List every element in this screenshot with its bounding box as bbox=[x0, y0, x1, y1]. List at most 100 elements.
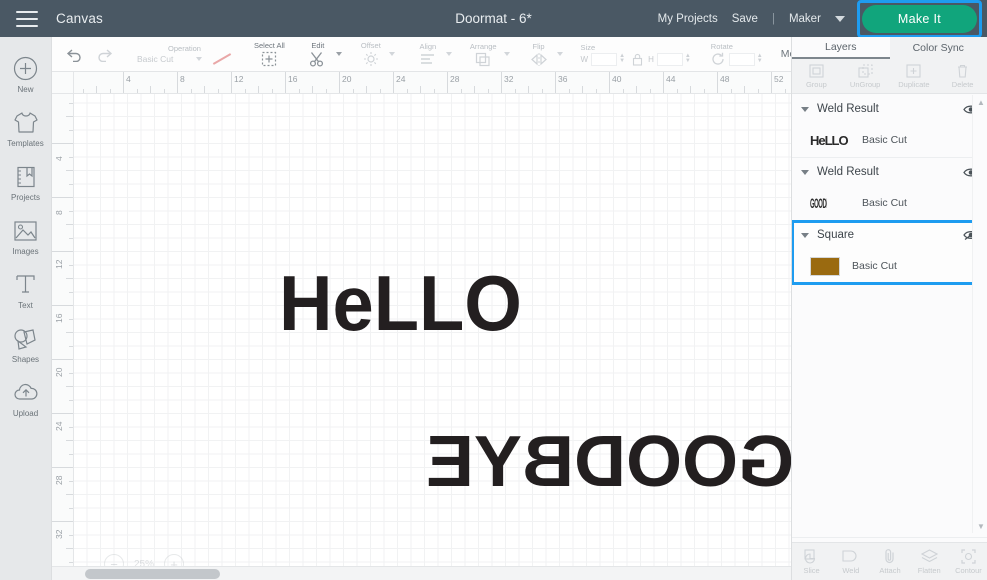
hello-artwork[interactable]: HeLLO bbox=[279, 264, 522, 342]
line-type-icon[interactable] bbox=[212, 53, 232, 65]
flip-chevron-down-icon[interactable] bbox=[556, 52, 563, 56]
ruler-tick bbox=[784, 89, 786, 93]
ruler-tick bbox=[771, 72, 772, 93]
layers-list[interactable]: Weld Result HeLLO Basic Cut Weld Result bbox=[792, 95, 987, 533]
delete-label: Delete bbox=[951, 79, 974, 89]
sidebar-item-upload[interactable]: Upload bbox=[0, 371, 51, 425]
layer-child-row[interactable]: Basic Cut bbox=[792, 249, 987, 283]
scroll-down-arrow-icon[interactable]: ▼ bbox=[973, 519, 987, 533]
layer-header[interactable]: Square bbox=[792, 221, 987, 249]
ruler-tick bbox=[622, 89, 624, 93]
size-fields: W ▲ ▼ H ▲ ▼ bbox=[581, 52, 693, 66]
sidebar-item-new[interactable]: New bbox=[0, 47, 51, 101]
weld-button[interactable]: Weld bbox=[831, 543, 870, 580]
layer-thumbnail-text: GOODBYE bbox=[810, 195, 827, 211]
rotate-stepper[interactable]: ▲ ▼ bbox=[757, 53, 763, 64]
edit-caption: Edit bbox=[311, 41, 325, 50]
ruler-tick bbox=[231, 72, 232, 93]
sidebar-label-templates: Templates bbox=[7, 138, 44, 148]
color-swatch[interactable] bbox=[810, 256, 840, 276]
offset-button[interactable]: Offset bbox=[356, 37, 386, 71]
ruler-label: 16 bbox=[288, 74, 298, 84]
layer-child-row[interactable]: GOODBYE Basic Cut bbox=[792, 186, 987, 220]
flip-caption: Flip bbox=[532, 41, 545, 51]
width-field[interactable]: W ▲ ▼ bbox=[581, 52, 625, 66]
horizontal-scrollbar-thumb[interactable] bbox=[85, 569, 220, 579]
ruler-tick bbox=[69, 561, 73, 563]
group-button[interactable]: Group bbox=[792, 59, 841, 93]
undo-button[interactable] bbox=[59, 37, 89, 71]
select-all-caption: Select All bbox=[254, 41, 285, 50]
align-button[interactable]: Align bbox=[413, 37, 443, 71]
scroll-up-arrow-icon[interactable]: ▲ bbox=[973, 95, 987, 109]
ruler-tick bbox=[528, 86, 529, 93]
expand-triangle-icon[interactable] bbox=[801, 106, 809, 112]
layer-tools: Group UnGroup Duplicate Delete bbox=[792, 59, 987, 94]
panel-tabs: Layers Color Sync bbox=[792, 37, 987, 59]
layers-vertical-scrollbar[interactable]: ▲ ▼ bbox=[972, 95, 987, 533]
edit-button[interactable]: Edit bbox=[303, 37, 333, 71]
arrange-button[interactable]: Arrange bbox=[466, 37, 501, 71]
edit-chevron-down-icon[interactable] bbox=[335, 52, 342, 56]
layer-child-row[interactable]: HeLLO Basic Cut bbox=[792, 123, 987, 157]
design-canvas[interactable]: 481216202428323640444852 481216202428323… bbox=[52, 72, 791, 580]
sidebar-item-images[interactable]: Images bbox=[0, 209, 51, 263]
ruler-tick bbox=[52, 467, 73, 468]
shapes-icon bbox=[13, 325, 38, 353]
offset-chevron-down-icon[interactable] bbox=[388, 52, 395, 56]
flatten-button[interactable]: Flatten bbox=[910, 543, 949, 580]
height-stepper[interactable]: ▲ ▼ bbox=[685, 53, 691, 64]
layer-header[interactable]: Weld Result bbox=[792, 95, 987, 123]
height-input[interactable] bbox=[656, 52, 683, 66]
undo-icon bbox=[66, 47, 83, 62]
sidebar-label-new: New bbox=[17, 84, 34, 94]
make-it-button[interactable]: Make It bbox=[861, 4, 977, 33]
save-button[interactable]: Save bbox=[732, 13, 758, 25]
sidebar-item-templates[interactable]: Templates bbox=[0, 101, 51, 155]
weld-label: Weld bbox=[842, 566, 860, 575]
hamburger-icon[interactable] bbox=[16, 10, 38, 27]
chevron-down-icon[interactable] bbox=[834, 15, 845, 22]
flip-button[interactable]: Flip bbox=[524, 37, 554, 71]
rotate-icon[interactable] bbox=[711, 52, 725, 66]
width-stepper[interactable]: ▲ ▼ bbox=[619, 53, 625, 64]
ruler-tick bbox=[69, 156, 73, 158]
attach-button[interactable]: Attach bbox=[870, 543, 909, 580]
lock-icon[interactable] bbox=[632, 53, 643, 66]
ungroup-button[interactable]: UnGroup bbox=[841, 59, 890, 93]
combine-toolbar: Slice Weld Attach Flatten Contour bbox=[792, 542, 987, 580]
width-input[interactable] bbox=[591, 52, 618, 66]
select-all-button[interactable]: Select All bbox=[250, 37, 289, 71]
layer-group-selected[interactable]: Square Basic Cut bbox=[792, 220, 987, 285]
rotate-input[interactable] bbox=[728, 52, 755, 66]
my-projects-link[interactable]: My Projects bbox=[658, 13, 718, 25]
machine-selector[interactable]: Maker bbox=[789, 13, 821, 25]
duplicate-button[interactable]: Duplicate bbox=[890, 59, 939, 93]
slice-button[interactable]: Slice bbox=[792, 543, 831, 580]
ruler-tick bbox=[69, 210, 73, 212]
height-field[interactable]: H ▲ ▼ bbox=[648, 52, 691, 66]
tab-layers[interactable]: Layers bbox=[792, 37, 890, 59]
contour-button[interactable]: Contour bbox=[949, 543, 987, 580]
horizontal-scrollbar[interactable] bbox=[52, 566, 791, 580]
operation-select[interactable]: Basic Cut bbox=[137, 54, 193, 64]
ruler-tick bbox=[52, 197, 73, 198]
expand-triangle-icon[interactable] bbox=[801, 232, 809, 238]
sidebar-item-projects[interactable]: Projects bbox=[0, 155, 51, 209]
sidebar-item-text[interactable]: Text bbox=[0, 263, 51, 317]
ruler-tick bbox=[69, 507, 73, 509]
redo-button[interactable] bbox=[89, 37, 119, 71]
ruler-label: 52 bbox=[774, 74, 784, 84]
make-it-highlight: Make It bbox=[856, 0, 982, 38]
arrange-chevron-down-icon[interactable] bbox=[503, 52, 510, 56]
goodbye-artwork-mirrored[interactable]: GOODBYE bbox=[426, 422, 791, 502]
operation-chevron-down-icon[interactable] bbox=[196, 57, 202, 61]
align-chevron-down-icon[interactable] bbox=[445, 52, 452, 56]
tab-color-sync[interactable]: Color Sync bbox=[889, 37, 987, 59]
expand-triangle-icon[interactable] bbox=[801, 169, 809, 175]
sidebar-item-shapes[interactable]: Shapes bbox=[0, 317, 51, 371]
layer-header[interactable]: Weld Result bbox=[792, 158, 987, 186]
delete-button[interactable]: Delete bbox=[938, 59, 987, 93]
canvas-grid[interactable]: HeLLO GOODBYE − 25% + bbox=[74, 94, 791, 580]
ruler-tick bbox=[690, 86, 691, 93]
